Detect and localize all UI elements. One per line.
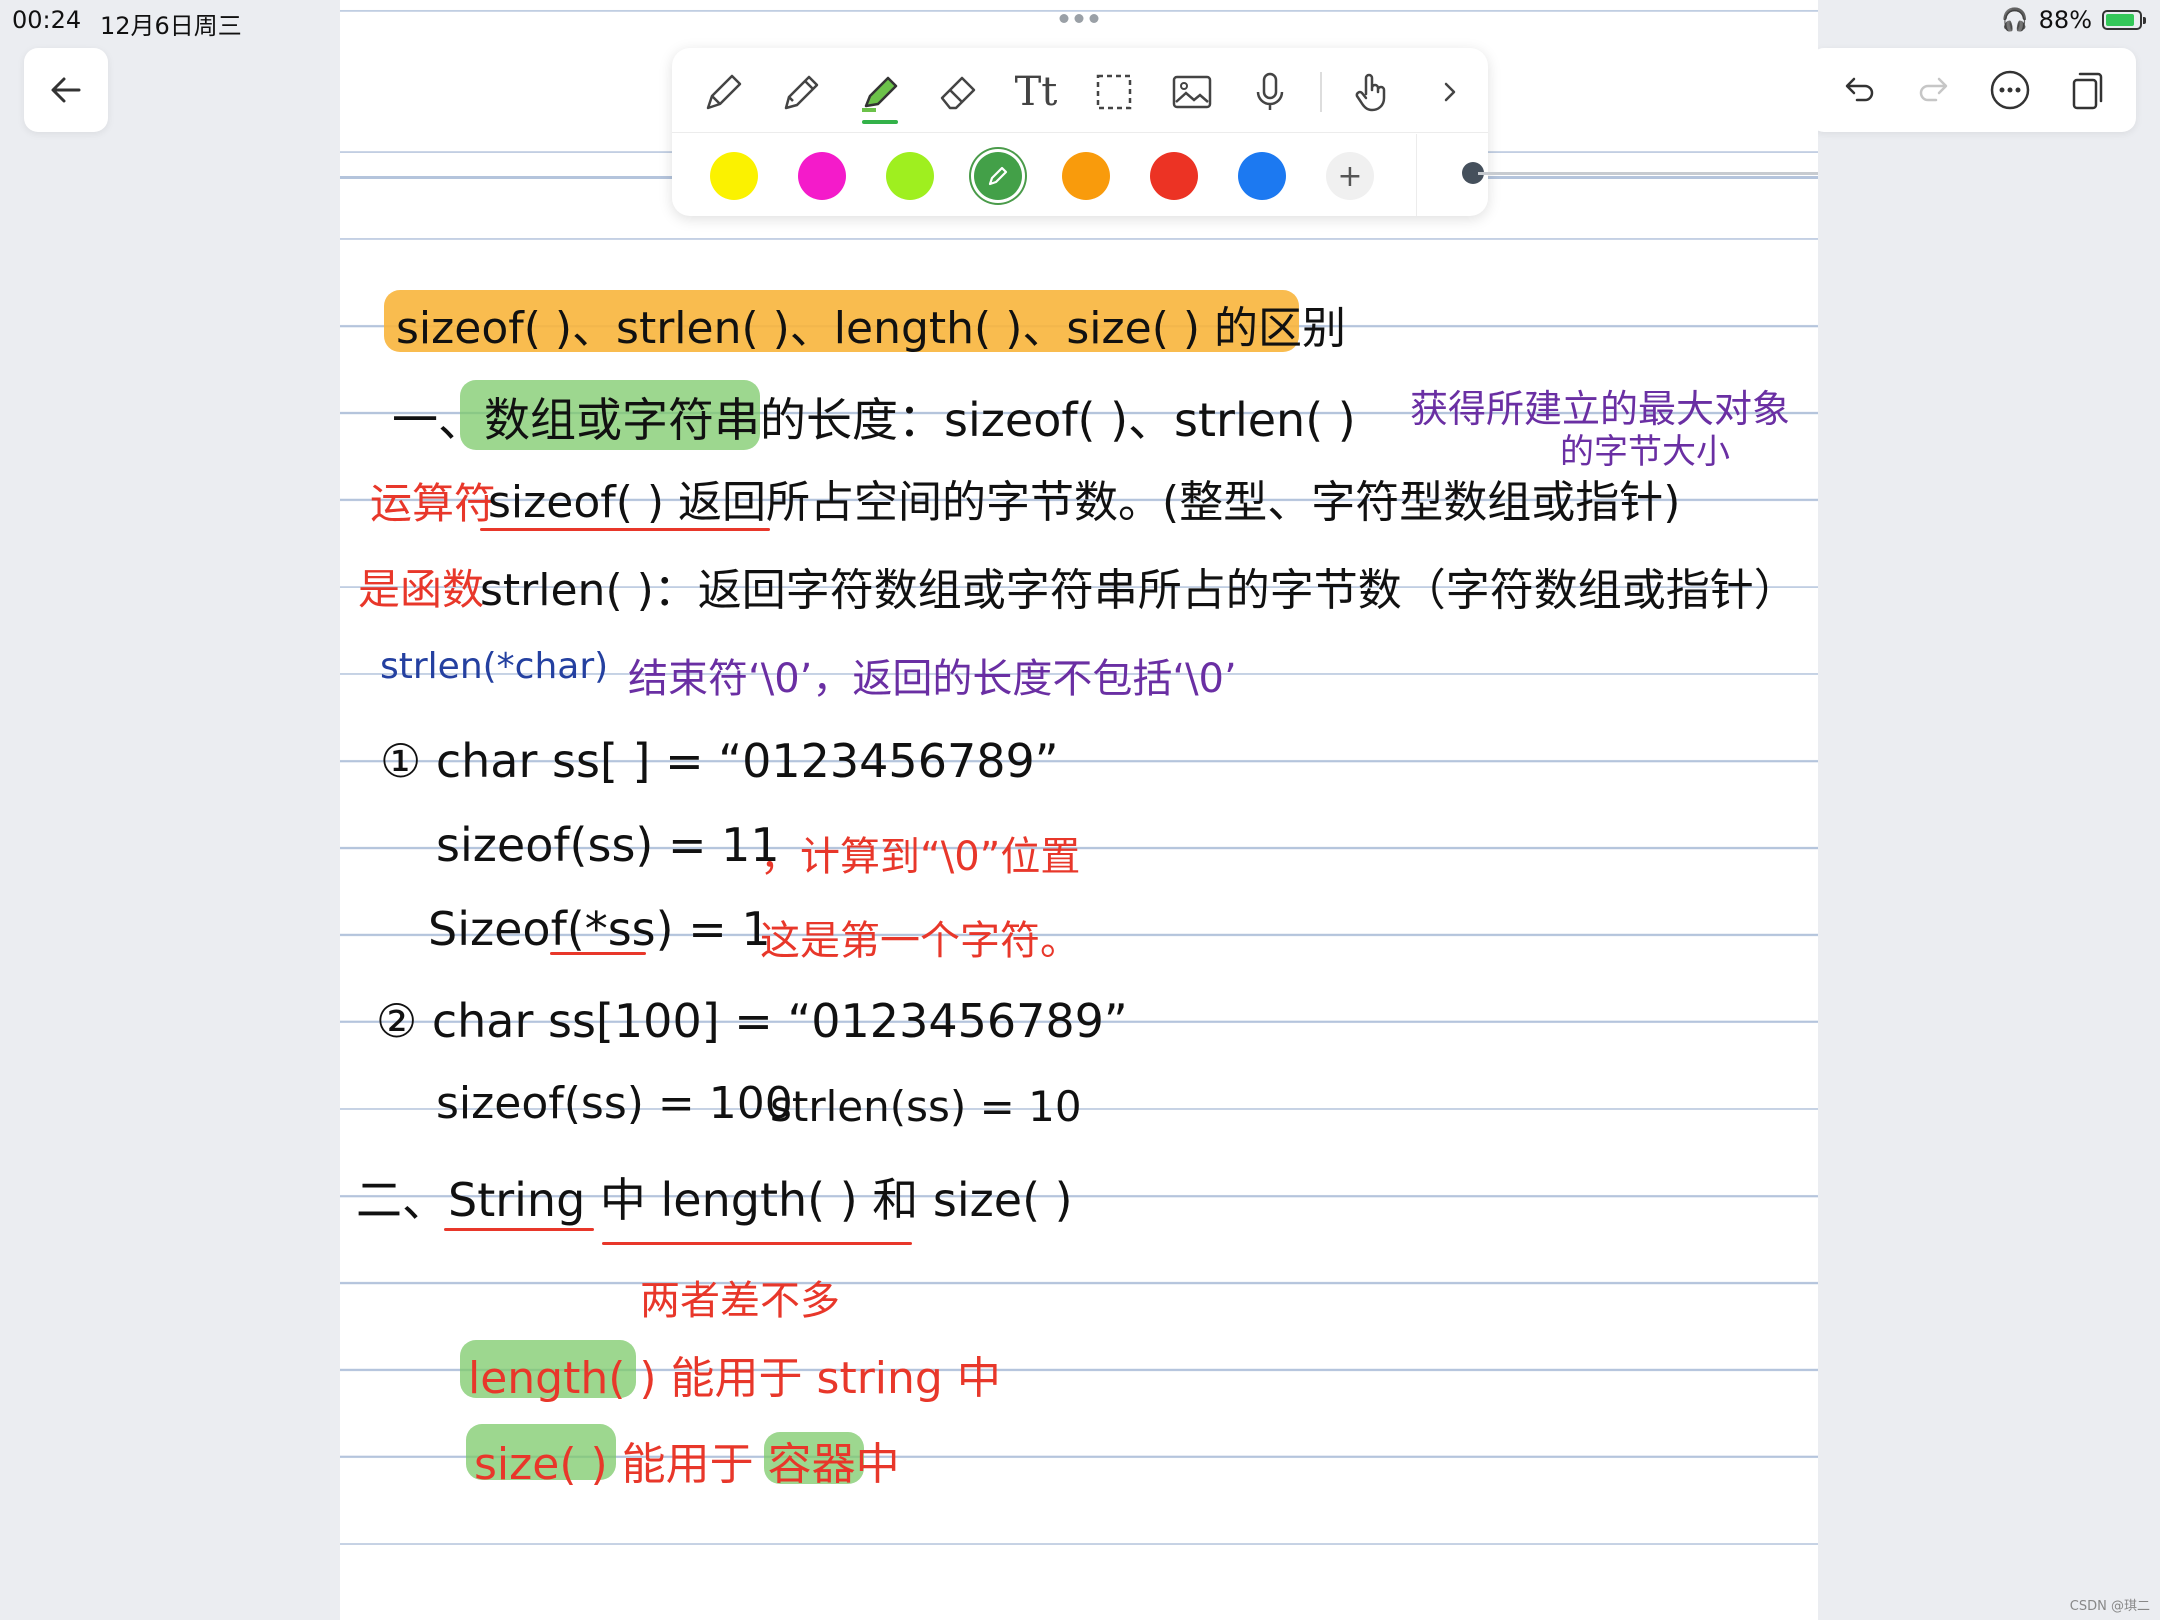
strlen-signature: strlen(*char) [380,646,609,687]
audio-tool[interactable] [1242,64,1298,120]
sizeof-underline [480,528,770,531]
status-indicators: 🎧 88% [2001,6,2146,34]
arrow-left-icon [51,77,81,103]
right-controls [1810,48,2136,132]
status-date: 12月6日周三 [100,12,242,40]
size-description: size( ) 能用于 容器中 [474,1439,900,1490]
pencil-edit-icon [988,166,1008,186]
more-icon[interactable] [1988,68,2032,112]
highlighter-icon [862,76,898,112]
eraser-tool[interactable] [930,64,986,120]
color-palette: + [710,152,1374,200]
battery-level-fill [2106,14,2135,26]
text-tool[interactable]: Tt [1008,64,1064,120]
color-swatch-yellow[interactable] [710,152,758,200]
toolbar-divider [672,132,1488,133]
touch-icon [1355,73,1386,112]
example2-strlen: strlen(ss) = 10 [770,1082,1082,1131]
eraser-icon [940,76,976,110]
section2-heading: 二、String 中 length( ) 和 size( ) [356,1173,1073,1227]
pencil-tool[interactable] [774,64,830,120]
toolbar-separator [1320,72,1322,112]
sizeof-description: sizeof( ) 返回所占空间的字节数。(整型、字符型数组或指针) [488,477,1681,528]
pages-icon[interactable] [2067,68,2107,112]
touch-tool[interactable] [1344,64,1400,120]
section1-heading: 一、数组或字符串的长度：sizeof( )、strlen( ) [392,393,1356,447]
undo-icon[interactable] [1839,70,1879,110]
pen-tool[interactable] [696,64,752,120]
example1-sizeof-pointer: Sizeof(*ss) = 1 [428,902,771,956]
string-underline [444,1228,594,1231]
color-swatch-magenta[interactable] [798,152,846,200]
tool-row: Tt [696,64,1478,124]
strlen-description: strlen( )：返回字符数组或字符串所占的字节数（字符数组或指针） [480,565,1798,616]
color-swatch-blue[interactable] [1238,152,1286,200]
microphone-icon [1256,72,1284,110]
pointer-underline [550,952,646,955]
note-page[interactable]: sizeof( )、strlen( )、length( )、size( ) 的区… [340,0,1818,1620]
strlen-note: 结束符‘\0’，返回的长度不包括‘\0’ [628,656,1237,702]
example1-code: ① char ss[ ] = “0123456789” [380,734,1059,788]
example1-pointer-note: 这是第一个字符。 [760,918,1080,964]
example1-note: ，计算到“\0”位置 [760,834,1081,880]
redo-icon[interactable] [1914,70,1954,110]
section2-note: 两者差不多 [640,1278,840,1324]
pen-icon [706,74,742,110]
color-swatch-red[interactable] [1150,152,1198,200]
page-grabber[interactable] [1059,14,1099,23]
example1-sizeof: sizeof(ss) = 11 [436,818,780,872]
note-title: sizeof( )、strlen( )、length( )、size( ) 的区… [396,303,1346,354]
color-swatch-green-selected[interactable] [974,152,1022,200]
example2-code: ② char ss[100] = “0123456789” [376,994,1128,1048]
image-tool[interactable] [1164,64,1220,120]
example2-sizeof: sizeof(ss) = 100 [436,1078,793,1129]
pencil-icon [784,75,819,110]
add-color-button[interactable]: + [1326,152,1374,200]
drawing-toolbar: Tt + [672,48,1488,216]
image-icon [1172,75,1212,109]
function-label: 是函数 [358,565,485,614]
lasso-tool[interactable] [1086,64,1142,120]
watermark: CSDN @琪二 [2069,1599,2150,1614]
length-description: length( ) 能用于 string 中 [468,1353,1001,1404]
battery-icon [2102,10,2146,30]
color-swatch-lime[interactable] [886,152,934,200]
stroke-width-slider-track[interactable] [1478,172,1818,175]
operator-label: 运算符 [370,479,497,528]
status-time: 00:24 [12,6,82,34]
back-button[interactable] [24,48,108,132]
more-tools-button[interactable] [1422,64,1478,120]
text-icon: Tt [1014,69,1058,115]
lasso-select-icon [1096,74,1132,110]
headphones-icon: 🎧 [2001,7,2029,33]
palette-separator [1416,134,1417,216]
methods-underline [602,1242,912,1245]
battery-percent: 88% [2038,6,2092,34]
chevron-right-icon [1444,82,1456,102]
color-swatch-orange[interactable] [1062,152,1110,200]
highlighter-tool[interactable] [852,64,908,124]
